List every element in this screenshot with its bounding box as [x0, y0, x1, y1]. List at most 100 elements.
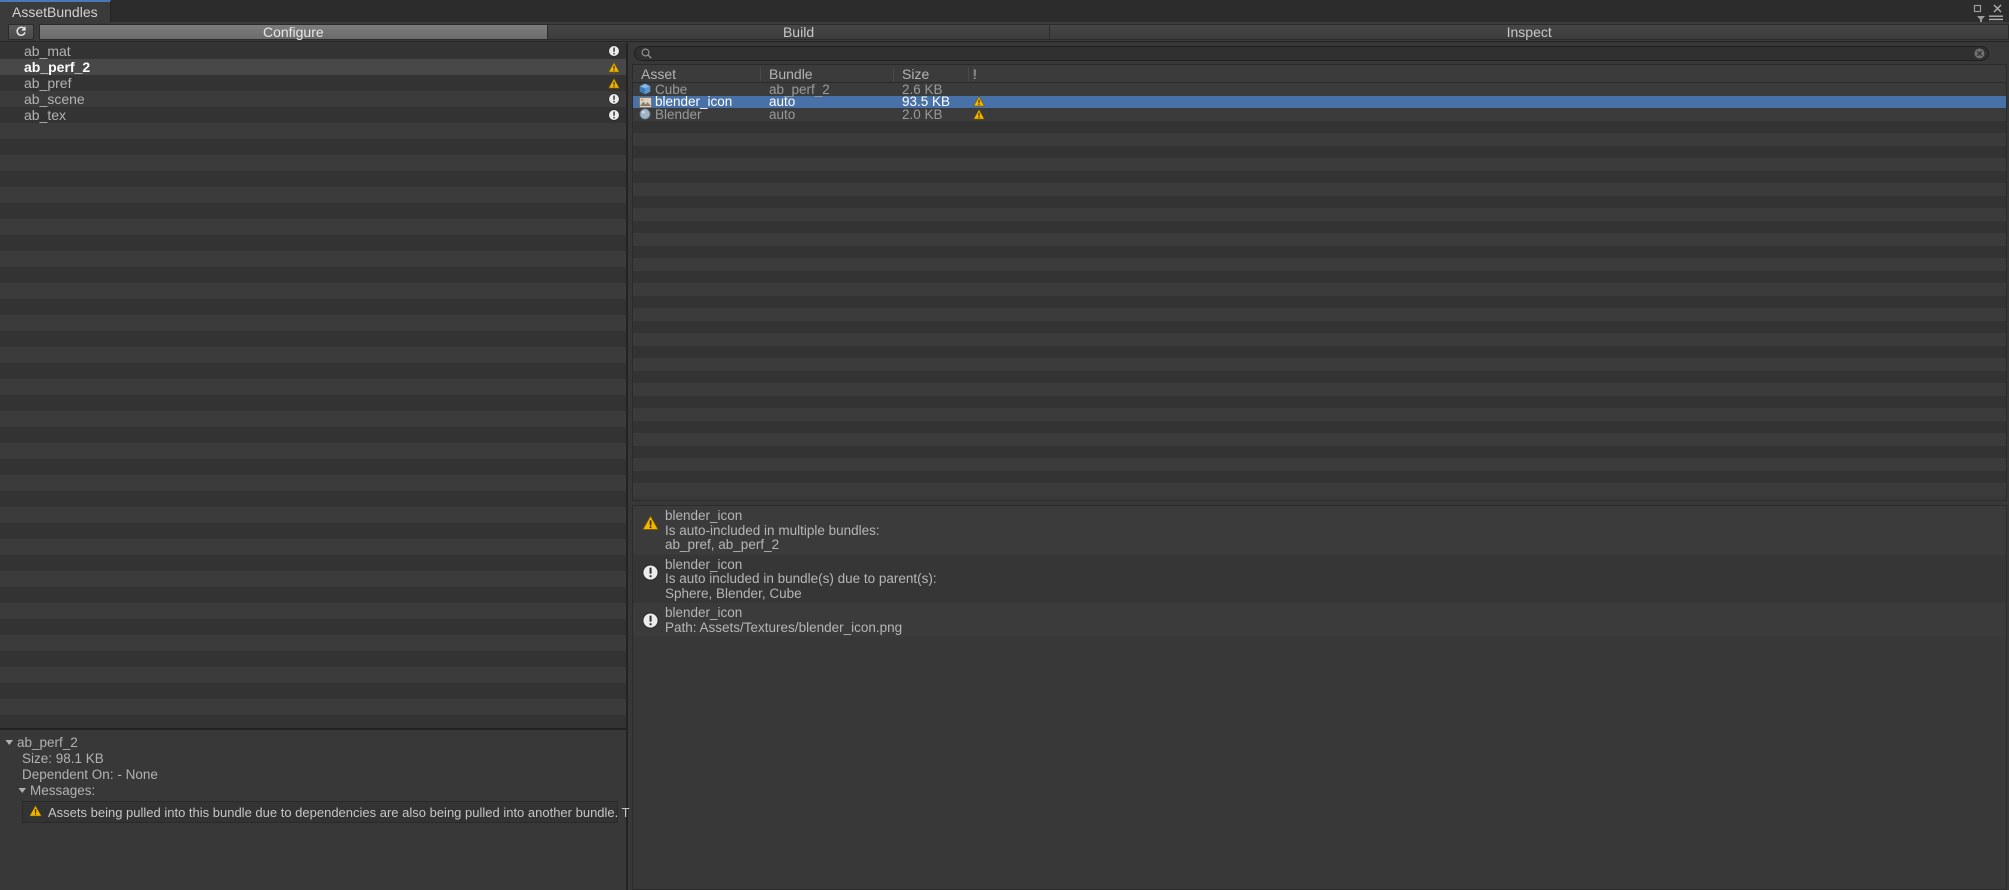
inspector-size: Size: 98.1 KB	[0, 750, 626, 766]
bundle-row-empty	[0, 667, 626, 683]
asset-row-empty	[633, 358, 2006, 371]
bundle-row-empty	[0, 123, 626, 139]
asset-row-empty	[633, 370, 2006, 383]
search-field[interactable]	[634, 46, 1989, 61]
bundle-row-empty	[0, 267, 626, 283]
asset-row-empty	[633, 195, 2006, 208]
asset-row[interactable]: Blender auto 2.0 KB	[633, 106, 2006, 122]
bundle-row-empty	[0, 523, 626, 539]
asset-row-empty	[633, 458, 2006, 471]
warning-icon	[29, 804, 42, 821]
asset-table-body: Cube ab_perf_2 2.6 KB blender_icon auto 93.5 …	[633, 82, 2006, 496]
refresh-button[interactable]	[8, 23, 34, 40]
mode-build-label: Build	[782, 23, 815, 40]
asset-row-empty	[633, 233, 2006, 246]
inspector-bundle-name-row[interactable]: ab_perf_2	[0, 734, 626, 750]
asset-row-empty	[633, 320, 2006, 333]
inspector-bundle-name: ab_perf_2	[17, 734, 78, 750]
bundle-row-empty	[0, 331, 626, 347]
asset-row-empty	[633, 308, 2006, 321]
asset-name-cell: Blender	[633, 107, 761, 122]
asset-size-cell: 2.0 KB	[902, 106, 943, 122]
asset-row-empty	[633, 483, 2006, 496]
asset-table[interactable]: Asset Bundle Size ! Cube ab_perf_2 2.6 KB b…	[632, 64, 2007, 501]
bundle-row-empty	[0, 459, 626, 475]
warning-icon	[608, 76, 622, 90]
bundle-row-empty	[0, 235, 626, 251]
inspector-messages-row[interactable]: Messages:	[0, 782, 626, 798]
bundle-row-empty	[0, 171, 626, 187]
bundle-row-empty	[0, 139, 626, 155]
asset-row-empty	[633, 333, 2006, 346]
bundle-row-empty	[0, 155, 626, 171]
column-header-asset[interactable]: Asset	[633, 66, 761, 82]
info-icon	[608, 44, 622, 58]
bundle-row[interactable]: ab_scene	[0, 91, 626, 107]
bundle-row-empty	[0, 443, 626, 459]
bundle-row[interactable]: ab_pref	[0, 75, 626, 91]
bundle-row[interactable]: ab_perf_2	[0, 59, 626, 75]
column-header-size[interactable]: Size	[894, 66, 969, 82]
bundle-row-empty	[0, 699, 626, 715]
inspector-messages-label: Messages:	[30, 782, 96, 798]
message-title: blender_icon	[665, 508, 743, 523]
asset-row-empty	[633, 170, 2006, 183]
asset-row-empty	[633, 470, 2006, 483]
tab-assetbundles[interactable]: AssetBundles	[0, 0, 111, 22]
message-entry[interactable]: blender_icon Is auto-included in multiple…	[633, 506, 2006, 555]
bundle-row-empty	[0, 683, 626, 699]
clear-icon[interactable]	[1973, 47, 1986, 60]
asset-panel: Asset Bundle Size ! Cube ab_perf_2 2.6 KB b…	[630, 43, 2009, 890]
column-header-bundle[interactable]: Bundle	[761, 66, 894, 82]
mode-button-build[interactable]: Build	[546, 23, 1051, 40]
bundle-row-empty	[0, 507, 626, 523]
bundle-row-empty	[0, 619, 626, 635]
bundle-row[interactable]: ab_mat	[0, 43, 626, 59]
bundle-row-empty	[0, 475, 626, 491]
foldout-open-icon[interactable]	[5, 735, 16, 750]
asset-table-header: Asset Bundle Size !	[633, 65, 2006, 83]
message-detail-line: Is auto-included in multiple bundles:	[665, 522, 880, 538]
foldout-open-icon-messages[interactable]	[18, 783, 29, 798]
asset-row-empty	[633, 120, 2006, 133]
asset-row-empty	[633, 133, 2006, 146]
asset-row-empty	[633, 183, 2006, 196]
bundle-name-label: ab_perf_2	[24, 59, 91, 75]
window-titlebar: AssetBundles	[0, 0, 2009, 24]
bundle-row[interactable]: ab_tex	[0, 107, 626, 123]
bundle-row-empty	[0, 363, 626, 379]
asset-row-empty	[633, 245, 2006, 258]
tab-strip: AssetBundles	[0, 0, 111, 22]
bundle-row-empty	[0, 251, 626, 267]
bundle-row-empty	[0, 187, 626, 203]
message-entry[interactable]: blender_icon Path: Assets/Textures/blende…	[633, 603, 2006, 637]
bundle-inspector: ab_perf_2 Size: 98.1 KB Dependent On: - …	[0, 728, 836, 890]
bundle-row-empty	[0, 587, 626, 603]
main-content: ab_mat ab_perf_2 ab_pref ab_scene ab_tex ab_…	[0, 43, 2009, 890]
inspector-message-box: Assets being pulled into this bundle due…	[22, 801, 836, 823]
mode-button-configure[interactable]: Configure	[38, 23, 548, 40]
info-icon	[608, 108, 622, 122]
bundle-row-empty	[0, 395, 626, 411]
bundle-row-empty	[0, 491, 626, 507]
message-detail-line: ab_pref, ab_perf_2	[665, 537, 780, 552]
bundle-row-empty	[0, 411, 626, 427]
info-icon	[608, 92, 622, 106]
bundle-row-empty	[0, 203, 626, 219]
message-detail-line: Is auto included in bundle(s) due to par…	[665, 571, 937, 586]
bundle-row-empty	[0, 379, 626, 395]
message-entry[interactable]: blender_icon Is auto included in bundle(s…	[633, 554, 2006, 603]
mode-button-inspect[interactable]: Inspect	[1049, 23, 2009, 40]
bundle-row-empty	[0, 315, 626, 331]
inspector-dependencies: Dependent On: - None	[0, 766, 626, 782]
bundle-row-empty	[0, 715, 626, 728]
message-list[interactable]: blender_icon Is auto-included in multiple…	[632, 505, 2007, 890]
search-row	[630, 43, 2009, 63]
bundle-row-empty	[0, 555, 626, 571]
bundle-tree[interactable]: ab_mat ab_perf_2 ab_pref ab_scene ab_tex	[0, 43, 626, 728]
bundle-row-empty	[0, 603, 626, 619]
bundle-row-empty	[0, 347, 626, 363]
asset-row-empty	[633, 283, 2006, 296]
bundle-row-empty	[0, 651, 626, 667]
warning-icon	[969, 96, 989, 107]
